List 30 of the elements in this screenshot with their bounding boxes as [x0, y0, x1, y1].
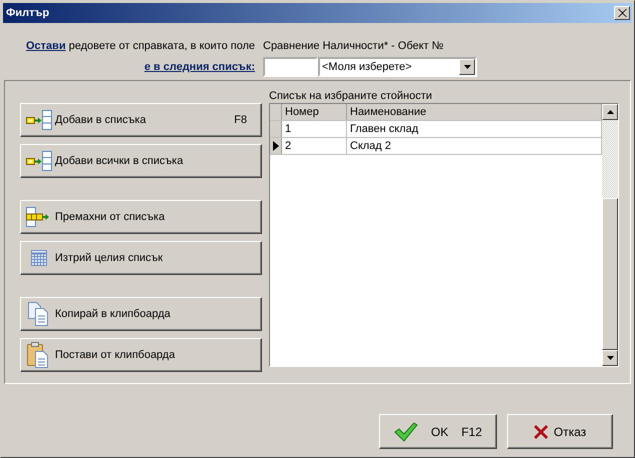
close-button[interactable]	[614, 6, 630, 20]
list-action-button[interactable]: Добави в списъка F8	[20, 103, 262, 137]
vertical-scrollbar[interactable]	[602, 104, 618, 366]
keep-link[interactable]: Остави	[26, 40, 66, 52]
table-cell: 1	[282, 121, 347, 137]
window-title: Филтър	[6, 7, 50, 19]
scroll-up-icon	[606, 110, 614, 114]
ok-button[interactable]: OK F12	[379, 414, 497, 449]
checkmark-icon	[394, 422, 418, 442]
list-action-button[interactable]: Изтрий целия списък	[20, 241, 262, 275]
list-title: Списък на избраните стойности	[269, 89, 433, 103]
dropdown-arrow-icon	[464, 65, 470, 69]
warehouse-dropdown[interactable]: <Моля изберете>	[318, 57, 477, 77]
list-action-button[interactable]: Постави от клипбоарда	[20, 338, 262, 372]
cross-icon	[534, 424, 548, 438]
code-field[interactable]	[263, 57, 318, 77]
add-to-list-icon	[26, 110, 52, 130]
cancel-button[interactable]: Отказ	[507, 414, 613, 449]
list-action-button[interactable]: Добави всички в списъка	[20, 144, 262, 178]
field-name: Сравнение Наличности* - Обект №	[263, 40, 444, 52]
scroll-down-icon	[606, 356, 614, 360]
add-to-list-icon	[26, 151, 52, 171]
close-icon	[618, 9, 626, 17]
list-action-button[interactable]: Копирай в клипбоарда	[20, 297, 262, 331]
condition-link[interactable]: е в следния списък:	[144, 61, 255, 73]
current-row-icon	[272, 141, 278, 151]
table-cell: 2	[282, 138, 347, 154]
list-action-button[interactable]: Премахни от списъка	[20, 200, 262, 234]
filter-instruction: Остави редовете от справката, в които поле	[26, 40, 255, 52]
row-indicator[interactable]	[270, 138, 282, 154]
